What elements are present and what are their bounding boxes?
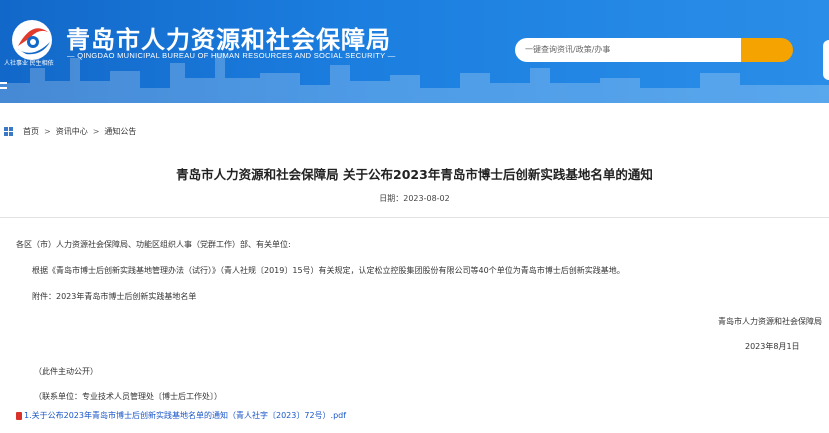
breadcrumb-separator: > bbox=[92, 126, 100, 136]
breadcrumb-home[interactable]: 首页 bbox=[23, 126, 39, 137]
article-date: 日期：2023-08-02 bbox=[379, 194, 450, 203]
contact-note: （联系单位：专业技术人员管理处〔博士后工作处〕） bbox=[34, 392, 222, 401]
logo-icon[interactable] bbox=[8, 16, 56, 64]
search-input[interactable]: 一键查询资讯/政策/办事 bbox=[515, 38, 741, 62]
signature: 青岛市人力资源和社会保障局 bbox=[718, 317, 822, 326]
side-tab[interactable] bbox=[823, 40, 829, 80]
article-title: 青岛市人力资源和社会保障局 关于公布2023年青岛市博士后创新实践基地名单的通知 bbox=[176, 167, 653, 182]
divider bbox=[0, 217, 829, 218]
breadcrumb-notices[interactable]: 通知公告 bbox=[104, 126, 136, 137]
site-title: 青岛市人力资源和社会保障局 bbox=[66, 26, 391, 54]
logo-caption: 人社事业 民生相依 bbox=[4, 61, 54, 67]
attachment-link-text[interactable]: 1.关于公布2023年青岛市博士后创新实践基地名单的通知（青人社字〔2023〕7… bbox=[24, 410, 346, 421]
article-body: 根据《青岛市博士后创新实践基地管理办法（试行）》（青人社规〔2019〕15号）有… bbox=[32, 266, 625, 275]
site-subtitle-text: QINGDAO MUNICIPAL BUREAU OF HUMAN RESOUR… bbox=[77, 51, 386, 60]
pdf-icon bbox=[16, 411, 22, 420]
grid-icon bbox=[4, 126, 13, 136]
attachment-note: 附件：2023年青岛市博士后创新实践基地名单 bbox=[32, 292, 197, 301]
salutation: 各区（市）人力资源社会保障局、功能区组织人事（党群工作）部、有关单位: bbox=[16, 240, 291, 249]
attachment-link[interactable]: 1.关于公布2023年青岛市博士后创新实践基地名单的通知（青人社字〔2023〕7… bbox=[16, 410, 346, 421]
site-header: 人社事业 民生相依 青岛市人力资源和社会保障局 — QINGDAO MUNICI… bbox=[0, 0, 829, 103]
breadcrumb: 首页 > 资讯中心 > 通知公告 bbox=[4, 125, 136, 137]
menu-icon[interactable] bbox=[0, 82, 8, 94]
breadcrumb-news-center[interactable]: 资讯中心 bbox=[56, 126, 88, 137]
breadcrumb-separator: > bbox=[44, 126, 51, 136]
disclosure-note: （此件主动公开） bbox=[34, 367, 98, 376]
search-button[interactable] bbox=[741, 38, 793, 62]
sign-date: 2023年8月1日 bbox=[745, 342, 800, 351]
site-subtitle: — QINGDAO MUNICIPAL BUREAU OF HUMAN RESO… bbox=[67, 51, 396, 60]
